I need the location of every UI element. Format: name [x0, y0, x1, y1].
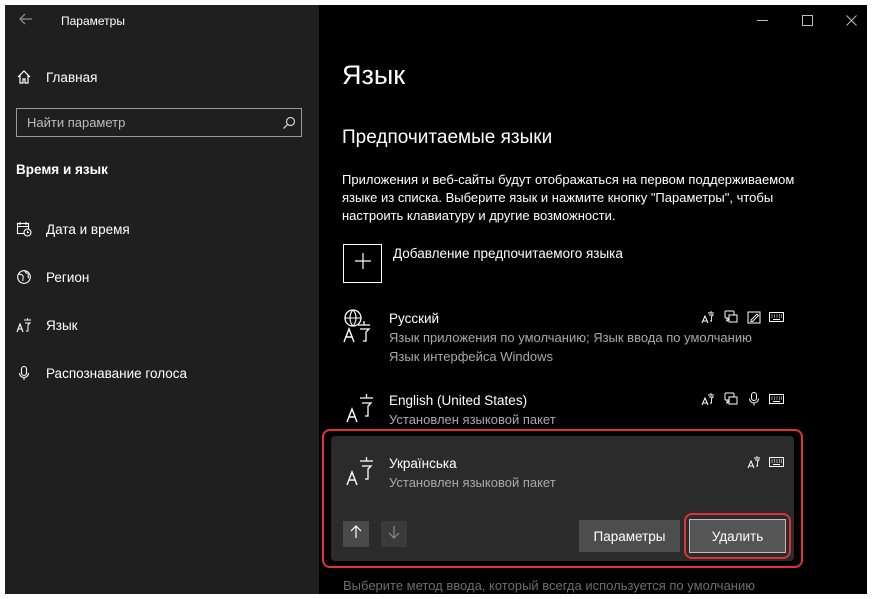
add-language-button[interactable] [343, 244, 382, 283]
arrow-down-icon [388, 525, 400, 544]
language-name: Русский [389, 311, 440, 326]
language-status: Язык приложения по умолчанию; Язык ввода… [389, 330, 752, 345]
add-language-label[interactable]: Добавление предпочитаемого языка [393, 246, 623, 261]
language-status: Установлен языковой пакет [389, 412, 556, 427]
description-text: Приложения и веб-сайты будут отображатьс… [342, 172, 795, 223]
feature-icons [699, 391, 785, 407]
remove-button[interactable]: Удалить [689, 519, 786, 553]
handwriting-icon [745, 309, 762, 325]
speech-icon [722, 309, 739, 325]
speech-icon [722, 391, 739, 407]
settings-window: Параметры Главная Время и язык Дата и вр… [5, 5, 867, 594]
language-status-2: Язык интерфейса Windows [389, 349, 553, 364]
keyboard-icon [768, 309, 785, 325]
maximize-icon[interactable] [784, 5, 830, 35]
sidebar-item-date-time[interactable]: Дата и время [5, 209, 319, 249]
sidebar-item-region[interactable]: Регион [5, 257, 319, 297]
globe-icon [16, 269, 32, 285]
display-language-icon [745, 454, 762, 470]
display-language-icon [699, 309, 716, 325]
calendar-clock-icon [16, 221, 32, 237]
language-icon [346, 393, 384, 431]
language-name: Українська [389, 456, 457, 471]
language-item-english[interactable]: English (United States) Установлен языко… [338, 387, 798, 429]
arrow-up-icon [350, 524, 362, 544]
window-title: Параметры [61, 14, 125, 28]
language-item-ukrainian[interactable]: Українська Установлен языковой пакет [338, 450, 798, 492]
language-status: Установлен языковой пакет [389, 475, 556, 490]
close-icon[interactable] [828, 5, 867, 35]
home-icon [16, 69, 32, 85]
feature-icons [745, 454, 785, 470]
search-box[interactable] [16, 108, 302, 137]
sidebar-item-label: Регион [46, 269, 90, 285]
plus-icon [354, 252, 372, 275]
sidebar-item-home[interactable]: Главная [5, 57, 319, 97]
input-method-hint: Выберите метод ввода, который всегда исп… [343, 578, 756, 593]
display-language-icon [699, 391, 716, 407]
sidebar-item-label: Главная [46, 69, 98, 85]
section-subtitle: Предпочитаемые языки [342, 127, 553, 148]
language-icon [16, 317, 32, 333]
feature-icons [699, 309, 785, 325]
sidebar-item-label: Язык [46, 317, 78, 333]
search-icon[interactable] [277, 109, 301, 136]
section-title: Время и язык [16, 162, 108, 177]
language-globe-icon [342, 307, 380, 345]
sidebar-item-speech[interactable]: Распознавание голоса [5, 353, 319, 393]
sidebar-item-language[interactable]: Язык [5, 305, 319, 345]
microphone-icon [16, 365, 32, 381]
search-input[interactable] [17, 109, 277, 136]
sidebar-item-label: Дата и время [46, 221, 130, 237]
keyboard-icon [768, 391, 785, 407]
language-icon [346, 456, 384, 494]
language-name: English (United States) [389, 393, 528, 408]
minimize-icon[interactable] [739, 5, 785, 35]
page-title: Язык [342, 60, 406, 90]
microphone-icon [745, 391, 762, 407]
keyboard-icon [768, 454, 785, 470]
move-up-button[interactable] [343, 521, 369, 547]
move-down-button[interactable] [381, 521, 407, 547]
sidebar: Параметры Главная Время и язык Дата и вр… [5, 5, 319, 594]
language-item-russian[interactable]: Русский Язык приложения по умолчанию; Яз… [338, 305, 798, 367]
sidebar-item-label: Распознавание голоса [46, 365, 188, 381]
back-arrow-icon[interactable] [15, 10, 37, 32]
language-options-button[interactable]: Параметры [579, 520, 680, 552]
